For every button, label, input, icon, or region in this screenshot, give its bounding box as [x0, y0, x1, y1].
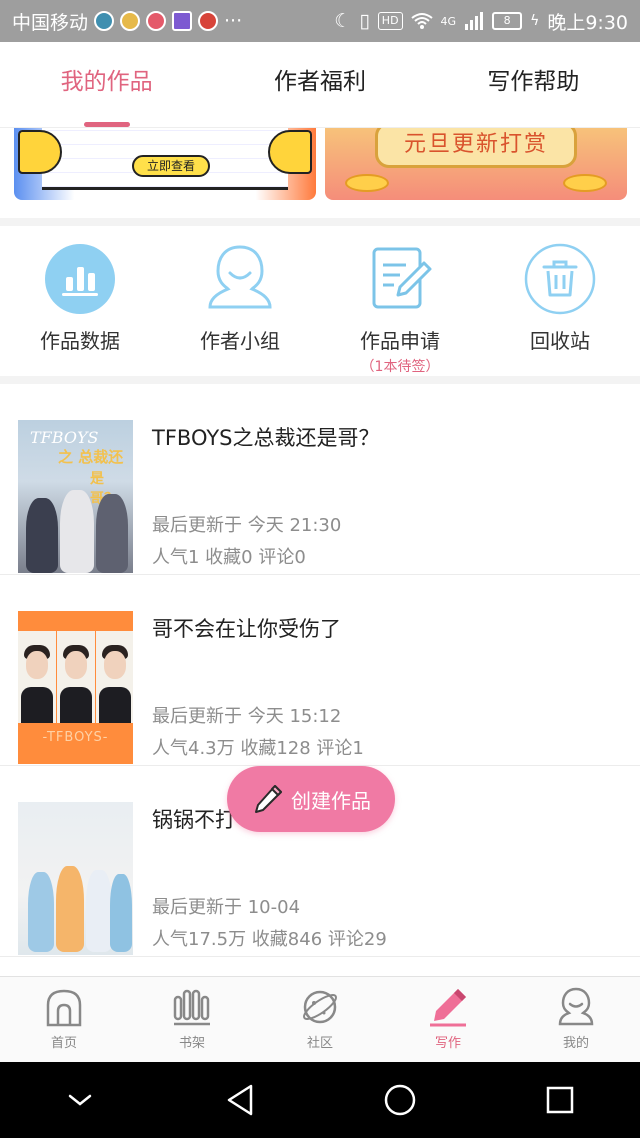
work-updated: 最后更新于 今天 15:12 [152, 706, 342, 727]
cover-figure [86, 870, 112, 952]
banner-right[interactable]: 元旦更新打赏 [325, 128, 627, 200]
works-list: TFBOYS 之 总裁还 是 哥？ TFBOYS之总裁还是哥？ 最后更新于 今天… [0, 384, 640, 976]
moon-icon: ☾ [334, 10, 352, 32]
cover-figure [60, 490, 94, 573]
nav-bookshelf[interactable]: 书架 [128, 977, 256, 1062]
nav-label: 我的 [562, 1036, 589, 1051]
bottom-nav: 首页 书架 社区 写作 我的 [0, 976, 640, 1062]
work-stats: 人气4.3万 收藏128 评论1 [152, 738, 364, 759]
notification-icon [146, 11, 167, 31]
create-work-button[interactable]: 创建作品 [227, 766, 395, 832]
profile-icon [558, 987, 594, 1026]
quick-item-work-apply[interactable]: 作品申请 （1本待签） [320, 226, 480, 376]
app-screen: 中国移动 ··· ☾ ▯ HD 4G 8 ϟ 晚上9:30 我的作品 作者福利 … [0, 0, 640, 1138]
coin-icon [345, 174, 389, 192]
wifi-icon [410, 13, 433, 29]
nav-me[interactable]: 我的 [512, 977, 640, 1062]
cover-text: TFBOYS [30, 428, 99, 447]
system-nav-bar [0, 1062, 640, 1138]
tab-writing-help[interactable]: 写作帮助 [427, 42, 640, 127]
work-title: 哥不会在让你受伤了 [152, 617, 341, 641]
notification-icon [120, 11, 141, 31]
create-work-label: 创建作品 [291, 788, 371, 813]
cover-portrait [18, 631, 56, 723]
bar-chart-icon [44, 243, 116, 315]
quick-menu: 作品数据 作者小组 作品申请 （1本待签） 回收站 [0, 226, 640, 376]
nav-label: 写作 [434, 1036, 461, 1051]
cover-figure [28, 872, 54, 952]
quick-item-label: 作品申请 [360, 329, 440, 353]
work-updated: 最后更新于 10-04 [152, 897, 301, 918]
nav-community[interactable]: 社区 [256, 977, 384, 1062]
nav-label: 书架 [178, 1036, 205, 1051]
section-divider [0, 376, 640, 384]
banner-left[interactable]: 立即查看 [14, 128, 316, 200]
group-person-icon [204, 243, 276, 315]
quick-item-label: 回收站 [530, 329, 590, 353]
home-arch-icon [46, 989, 82, 1027]
network-type: 4G [440, 14, 457, 28]
work-item[interactable]: -TFBOYS- 哥不会在让你受伤了 最后更新于 今天 15:12 人气4.3万… [0, 575, 640, 766]
chevron-down-icon[interactable] [60, 1080, 100, 1120]
work-title: 锅锅不打 [152, 808, 236, 832]
status-bar: 中国移动 ··· ☾ ▯ HD 4G 8 ϟ 晚上9:30 [0, 0, 640, 42]
cover-portrait [57, 631, 95, 723]
charging-icon: ϟ [530, 13, 540, 29]
cover-figure [56, 866, 84, 952]
quick-item-recycle-bin[interactable]: 回收站 [480, 226, 640, 376]
work-cover: -TFBOYS- [18, 611, 133, 764]
nav-label: 首页 [50, 1036, 77, 1051]
tab-my-works[interactable]: 我的作品 [0, 42, 213, 127]
quick-item-author-group[interactable]: 作者小组 [160, 226, 320, 376]
work-stats: 人气17.5万 收藏846 评论29 [152, 929, 387, 950]
carrier-name: 中国移动 [12, 11, 89, 34]
nav-label: 社区 [306, 1036, 333, 1051]
pencil-icon [255, 785, 282, 813]
notification-icon [198, 11, 219, 31]
write-pen-icon [430, 989, 466, 1027]
nav-write[interactable]: 写作 [384, 977, 512, 1062]
top-tab-bar: 我的作品 作者福利 写作帮助 [0, 42, 640, 128]
clock: 晚上9:30 [547, 11, 628, 34]
banner-title: 元旦更新打赏 [375, 128, 577, 168]
signal-icon [465, 12, 484, 30]
work-item[interactable]: TFBOYS 之 总裁还 是 哥？ TFBOYS之总裁还是哥？ 最后更新于 今天… [0, 384, 640, 575]
battery-icon: 8 [492, 12, 523, 30]
planet-icon [303, 990, 337, 1024]
megaphone-icon [18, 130, 62, 174]
coin-icon [563, 174, 607, 192]
edit-document-icon [364, 243, 436, 315]
banner-carousel: 立即查看 元旦更新打赏 [0, 128, 640, 218]
notification-icon [94, 11, 115, 31]
notification-icon [172, 11, 193, 31]
nav-home[interactable]: 首页 [0, 977, 128, 1062]
quick-item-label: 作者小组 [200, 329, 280, 353]
work-cover [18, 802, 133, 955]
work-title: TFBOYS之总裁还是哥？ [152, 426, 380, 450]
hd-badge: HD [377, 12, 403, 30]
cover-figure [26, 498, 58, 573]
cover-figure [110, 874, 132, 952]
pending-sign-count: （1本待签） [360, 359, 440, 375]
cover-text: -TFBOYS- [18, 726, 133, 750]
cover-portrait [96, 631, 133, 723]
bookshelf-icon [173, 989, 210, 1026]
recents-square-icon[interactable] [540, 1080, 580, 1120]
quick-item-work-data[interactable]: 作品数据 [0, 226, 160, 376]
work-cover: TFBOYS 之 总裁还 是 哥？ [18, 420, 133, 573]
cover-figure [96, 494, 128, 573]
megaphone-icon [268, 130, 312, 174]
vibrate-icon: ▯ [359, 10, 370, 32]
cover-text: 之 总裁还 [58, 448, 124, 466]
work-stats: 人气1 收藏0 评论0 [152, 547, 306, 568]
work-updated: 最后更新于 今天 21:30 [152, 515, 342, 536]
home-circle-icon[interactable] [380, 1080, 420, 1120]
tab-author-benefits[interactable]: 作者福利 [213, 42, 426, 127]
more-notifications: ··· [224, 10, 243, 32]
back-triangle-icon[interactable] [220, 1080, 260, 1120]
quick-item-label: 作品数据 [40, 329, 120, 353]
trash-icon [524, 243, 596, 315]
view-now-button[interactable]: 立即查看 [132, 155, 210, 177]
section-divider [0, 218, 640, 226]
